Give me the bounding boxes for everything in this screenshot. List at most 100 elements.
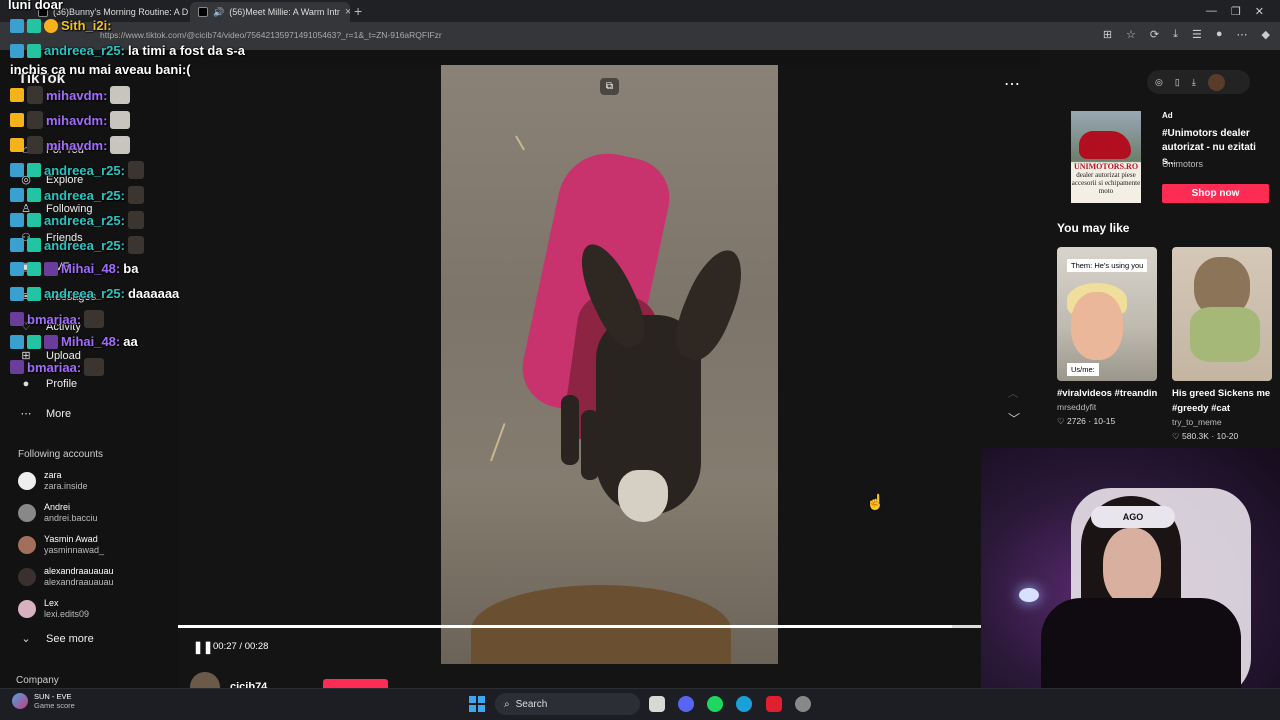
- window-controls: — ❐ ✕: [1206, 0, 1280, 22]
- nav-following[interactable]: ♙ Following: [20, 202, 93, 216]
- edge-browser-icon[interactable]: [736, 696, 752, 712]
- account-name: Lex: [44, 598, 59, 608]
- see-more-button[interactable]: ⌄ See more: [20, 632, 93, 646]
- more-options-icon[interactable]: ⋯: [1004, 74, 1021, 94]
- account-name: Andrei: [44, 502, 71, 512]
- pause-icon[interactable]: ❚❚: [193, 640, 213, 654]
- nav-profile[interactable]: ● Profile: [20, 378, 78, 390]
- collections-icon[interactable]: ☰: [1192, 28, 1202, 41]
- motorbike-image: [1079, 131, 1131, 159]
- following-account[interactable]: Yasmin Awad yasminnawad_: [18, 534, 104, 556]
- thumbnail-food: [1190, 307, 1260, 362]
- game-title: SUN - EVE: [34, 692, 72, 701]
- mouse-pointer-icon: ☝: [866, 494, 885, 511]
- copilot-icon[interactable]: ◆: [1262, 28, 1270, 41]
- video-player[interactable]: [441, 65, 778, 664]
- account-handle: alexandraauauau: [44, 577, 114, 587]
- streamer-webcam: AGO: [981, 448, 1280, 690]
- thumbnail-caption: Them: He's using you: [1067, 259, 1148, 272]
- chevron-down-icon: ⌄: [21, 633, 31, 645]
- nav-friends[interactable]: ⚇ Friends: [20, 231, 83, 245]
- discord-icon[interactable]: [678, 696, 694, 712]
- user-avatar[interactable]: [1207, 73, 1225, 91]
- messages-icon: ✉: [21, 291, 31, 303]
- streamer-face: [1103, 528, 1161, 606]
- tiktok-logo[interactable]: TikTok: [18, 70, 65, 87]
- nav-live[interactable]: ▣ LIVE: [20, 260, 70, 274]
- card-user[interactable]: try_to_meme: [1172, 417, 1272, 427]
- company-link[interactable]: Company: [16, 675, 59, 686]
- tab-bunny[interactable]: (36)Bunny's Morning Routine: A D ×: [30, 2, 190, 22]
- top-actions: ◎ ▯ ⤓: [1147, 70, 1250, 94]
- spotify-icon[interactable]: [707, 696, 723, 712]
- nav-upload[interactable]: ⊞ Upload: [20, 349, 80, 363]
- browser-tabstrip: (36)Bunny's Morning Routine: A D × 🔊 (56…: [0, 0, 1280, 22]
- following-account[interactable]: Andrei andrei.bacciu: [18, 502, 98, 524]
- maximize-button[interactable]: ❐: [1231, 5, 1241, 18]
- game-icon: [12, 693, 28, 709]
- ad-image[interactable]: UNIMOTORS.RO dealer autorizat piese acce…: [1071, 111, 1141, 203]
- nav-more[interactable]: ⋯ More: [20, 407, 72, 421]
- shop-now-button[interactable]: Shop now: [1162, 184, 1269, 203]
- following-account[interactable]: zara zara.inside: [18, 470, 88, 492]
- minimize-button[interactable]: —: [1206, 5, 1217, 17]
- video-thumbnail[interactable]: [1172, 247, 1272, 381]
- address-bar-icons: ⊞ ☆ ⟳ ⤓ ☰ ● ⋯ ◆: [1103, 28, 1270, 41]
- now-playing-widget[interactable]: SUN - EVE Game score: [12, 692, 75, 710]
- coin-icon[interactable]: ◎: [1155, 77, 1163, 88]
- close-window-button[interactable]: ✕: [1255, 5, 1264, 18]
- nav-label: Profile: [46, 378, 78, 390]
- nav-label: LIVE: [46, 260, 70, 273]
- extensions-icon[interactable]: ⟳: [1150, 28, 1159, 41]
- video-thumbnail[interactable]: Them: He's using you Us/me:: [1057, 247, 1157, 381]
- following-account[interactable]: Lex lexi.edits09: [18, 598, 89, 620]
- nav-activity[interactable]: ♡ Activity: [20, 320, 81, 334]
- video-time: 00:27 / 00:28: [213, 641, 269, 652]
- nav-label: For You: [46, 144, 84, 156]
- profile-avatar-icon[interactable]: ●: [1216, 28, 1223, 41]
- heart-icon: ♡: [1172, 431, 1180, 441]
- new-tab-button[interactable]: +: [354, 3, 362, 19]
- picture-in-picture-icon[interactable]: ⧉: [600, 78, 619, 95]
- account-name: alexandraauauau: [44, 566, 114, 576]
- file-explorer-icon[interactable]: [649, 696, 665, 712]
- suggested-video-card[interactable]: Them: He's using you Us/me: #viralvideos…: [1057, 247, 1157, 427]
- account-handle: andrei.bacciu: [44, 513, 98, 523]
- suggested-video-card[interactable]: His greed Sickens me #greedy #cat try_to…: [1172, 247, 1272, 442]
- downloads-icon[interactable]: ⤓: [1173, 28, 1178, 41]
- speaker-icon[interactable]: 🔊: [213, 7, 224, 18]
- following-account[interactable]: alexandraauauau alexandraauauau: [18, 566, 114, 588]
- card-date: 10-15: [1093, 416, 1116, 426]
- account-handle: zara.inside: [44, 481, 88, 491]
- taskbar-search[interactable]: ⌕ Search: [495, 693, 640, 715]
- apps-icon[interactable]: ⊞: [1103, 28, 1112, 41]
- previous-video-icon[interactable]: ︿: [1008, 385, 1018, 400]
- tab-millie[interactable]: 🔊 (56)Meet Millie: A Warm Intr ×: [190, 2, 350, 22]
- nav-for-you[interactable]: ⌂ For You: [20, 144, 84, 156]
- following-accounts-title: Following accounts: [18, 449, 104, 460]
- nav-label: Following: [46, 202, 93, 215]
- phone-icon[interactable]: ▯: [1175, 77, 1180, 88]
- obs-icon[interactable]: [766, 696, 782, 712]
- card-user[interactable]: mrseddyfit: [1057, 402, 1157, 412]
- straw: [515, 135, 525, 151]
- video-progress-bar[interactable]: [178, 625, 981, 628]
- menu-dots-icon[interactable]: ⋯: [1237, 28, 1248, 41]
- nav-explore[interactable]: ◎ Explore: [20, 173, 83, 187]
- ad-advertiser: Unimotors: [1162, 159, 1204, 169]
- more-icon: ⋯: [20, 408, 32, 420]
- close-tab-icon[interactable]: ×: [345, 6, 350, 18]
- tab-title: (56)Meet Millie: A Warm Intr: [229, 7, 340, 17]
- ad-image-brand: UNIMOTORS.RO: [1073, 162, 1139, 171]
- next-video-icon[interactable]: ﹀: [1008, 410, 1020, 427]
- account-handle: yasminnawad_: [44, 545, 105, 555]
- account-name: Yasmin Awad: [44, 534, 98, 544]
- windows-start-icon[interactable]: [469, 696, 485, 712]
- url-field[interactable]: https://www.tiktok.com/@cicib74/video/75…: [100, 30, 442, 40]
- favorite-star-icon[interactable]: ☆: [1126, 28, 1136, 41]
- tiktok-favicon-icon: [38, 7, 48, 17]
- nav-messages[interactable]: ✉ Messages: [20, 290, 96, 304]
- settings-gear-icon[interactable]: [795, 696, 811, 712]
- download-icon[interactable]: ⤓: [1192, 77, 1196, 88]
- nav-label: Friends: [46, 231, 83, 244]
